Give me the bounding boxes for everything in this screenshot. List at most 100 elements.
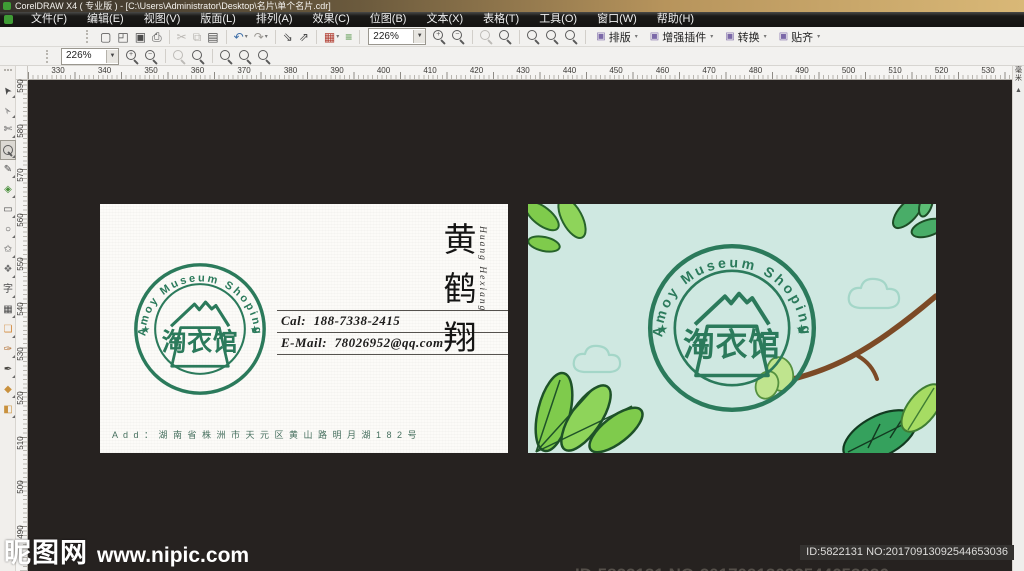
print-icon[interactable]: ⎙ <box>150 28 164 46</box>
image-id-badge: ID:5822131 NO:20170913092544653036 <box>800 545 1014 560</box>
menu-arrange[interactable]: 排列(A) <box>246 12 303 27</box>
menu-bitmaps[interactable]: 位图(B) <box>360 12 417 27</box>
toolbar-grip[interactable] <box>46 49 51 63</box>
zoom-one-shot-icon[interactable] <box>479 29 494 44</box>
card-back[interactable]: Amoy Museum Shoping ★ ★ 淘衣馆 <box>528 204 936 453</box>
copy-icon[interactable]: ⧉ <box>191 28 204 46</box>
zoom-tool[interactable] <box>0 140 16 160</box>
star-left: ★ <box>141 325 150 336</box>
ruler-number: 370 <box>237 66 251 75</box>
canvas[interactable]: Amoy Museum Shoping ★ ★ 淘衣馆 Cal: 188-733… <box>28 80 1012 571</box>
export-icon[interactable]: ⇗ <box>297 28 311 46</box>
zoom-level-combo-property[interactable]: 226% ▼ <box>61 47 119 65</box>
menu-text[interactable]: 文本(X) <box>416 12 473 27</box>
horizontal-ruler[interactable]: 330 340 350 360 370 380 390 400 410 420 430 440 450 4… <box>28 66 1012 80</box>
dropdown-caret-icon[interactable]: ▾ <box>635 33 638 40</box>
application-launcher-icon[interactable]: ▦ ▾ <box>322 28 341 46</box>
options-list-icon[interactable]: ≡ <box>343 28 354 46</box>
new-document-icon[interactable]: ▢ <box>98 28 113 46</box>
typeset-button[interactable]: ▣ 排版 ▾ <box>596 29 637 45</box>
paste-icon[interactable]: ▤ <box>205 28 220 46</box>
menu-view[interactable]: 视图(V) <box>134 12 191 27</box>
zoom-selected-icon[interactable] <box>564 29 579 44</box>
convert-button[interactable]: ▣ 转换 ▾ <box>725 29 766 45</box>
zoom-out-icon[interactable]: − <box>144 49 159 64</box>
dropdown-caret-icon[interactable]: ▾ <box>710 33 713 40</box>
flyout-arrow <box>12 355 15 358</box>
menu-file[interactable]: 文件(F) <box>21 12 77 27</box>
ellipse-tool[interactable]: ○ <box>0 220 16 240</box>
smart-fill-tool[interactable]: ◈ <box>0 180 16 200</box>
person-name-roman[interactable]: Huang Hexiang <box>477 226 487 356</box>
zoom-page-icon[interactable] <box>219 49 234 64</box>
zoom-one-shot-icon[interactable] <box>172 49 187 64</box>
open-icon[interactable]: ◰ <box>115 28 130 46</box>
freehand-tool[interactable]: ✎ <box>0 160 16 180</box>
zoom-in-icon[interactable]: + <box>125 49 140 64</box>
table-tool-icon: ▦ <box>3 304 13 315</box>
menu-help[interactable]: 帮助(H) <box>647 12 704 27</box>
zoom-all-icon[interactable] <box>191 49 206 64</box>
interactive-fill-tool[interactable]: ◧ <box>0 400 16 420</box>
flyout-arrow <box>12 195 15 198</box>
toolbar-separator <box>472 29 474 44</box>
undo-icon[interactable]: ↶ ▾ <box>232 28 250 46</box>
fill-tool[interactable]: ◆ <box>0 380 16 400</box>
toolbox-grip[interactable] <box>3 69 12 74</box>
zoom-level-combo[interactable]: 226% ▼ <box>368 28 427 45</box>
outline-pen-tool[interactable]: ✒ <box>0 360 16 380</box>
shape-tool[interactable]: ➢ <box>0 100 16 120</box>
zoom-height-icon[interactable] <box>257 49 272 64</box>
plugins-button[interactable]: ▣ 增强插件 ▾ <box>650 29 713 45</box>
text-tool[interactable]: 字 <box>0 280 16 300</box>
combo-dropdown-icon[interactable]: ▼ <box>413 30 426 43</box>
save-icon[interactable]: ▣ <box>133 28 148 46</box>
menu-effects[interactable]: 效果(C) <box>303 12 360 27</box>
address-line[interactable]: A d d ： 湖 南 省 株 洲 市 天 元 区 黄 山 路 明 月 湖 1 … <box>112 428 508 441</box>
menu-edit[interactable]: 编辑(E) <box>77 12 134 27</box>
zoom-width-icon[interactable] <box>545 29 560 44</box>
crop-tool[interactable]: ✄ <box>0 120 16 140</box>
app-icon <box>3 2 11 10</box>
document-icon <box>4 15 13 24</box>
zoom-in-icon[interactable]: + <box>432 29 447 44</box>
redo-icon[interactable]: ↷ ▾ <box>252 28 270 46</box>
ruler-unit-label: 毫米 <box>1015 67 1022 82</box>
menu-window[interactable]: 窗口(W) <box>587 12 647 27</box>
scroll-up-icon[interactable]: ▲ <box>1013 87 1024 94</box>
vertical-ruler[interactable]: 590 580 570 560 550 540 530 520 510 500 490 <box>16 79 28 571</box>
toolbar-grip[interactable] <box>86 30 91 43</box>
table-tool[interactable]: ▦ <box>0 300 16 320</box>
eyedropper-tool[interactable]: ✑ <box>0 340 16 360</box>
dropdown-caret-icon[interactable]: ▾ <box>764 33 767 40</box>
card-front[interactable]: Amoy Museum Shoping ★ ★ 淘衣馆 Cal: 188-733… <box>100 204 508 453</box>
zoom-page-icon[interactable] <box>526 29 541 44</box>
dropdown-caret-icon[interactable]: ▾ <box>336 33 339 40</box>
pick-tool[interactable]: ➤ <box>0 80 16 100</box>
rectangle-tool[interactable]: ▭ <box>0 200 16 220</box>
ruler-number: 530 <box>981 66 995 75</box>
menu-table[interactable]: 表格(T) <box>473 12 529 27</box>
dropdown-caret-icon[interactable]: ▾ <box>817 33 820 40</box>
dropdown-caret-icon[interactable]: ▾ <box>265 33 268 40</box>
interactive-tool[interactable]: ❏ <box>0 320 16 340</box>
combo-dropdown-icon[interactable]: ▼ <box>106 49 118 63</box>
polygon-tool[interactable]: ✩ <box>0 240 16 260</box>
right-scrollbar[interactable]: 毫米 ▲ <box>1012 66 1024 571</box>
person-name[interactable]: 黄 鹤 翔 <box>441 224 479 356</box>
zoom-all-icon[interactable] <box>498 29 513 44</box>
dropdown-caret-icon[interactable]: ▾ <box>245 33 248 40</box>
basic-shapes-tool[interactable]: ❖ <box>0 260 16 280</box>
import-icon[interactable]: ⇘ <box>281 28 295 46</box>
cut-icon[interactable]: ✂ <box>175 28 189 46</box>
snap-button[interactable]: ▣ 贴齐 ▾ <box>779 29 820 45</box>
ruler-number: 400 <box>376 66 391 75</box>
star-right: ★ <box>796 321 808 336</box>
stamp-logo-front[interactable]: Amoy Museum Shoping ★ ★ 淘衣馆 <box>131 260 269 398</box>
zoom-width-icon[interactable] <box>238 49 253 64</box>
stamp-logo-back[interactable]: Amoy Museum Shoping ★ ★ 淘衣馆 <box>644 240 820 416</box>
zoom-out-icon[interactable]: − <box>451 29 466 44</box>
menu-layout[interactable]: 版面(L) <box>190 12 245 27</box>
star-right: ★ <box>250 325 259 336</box>
menu-tools[interactable]: 工具(O) <box>529 12 587 27</box>
